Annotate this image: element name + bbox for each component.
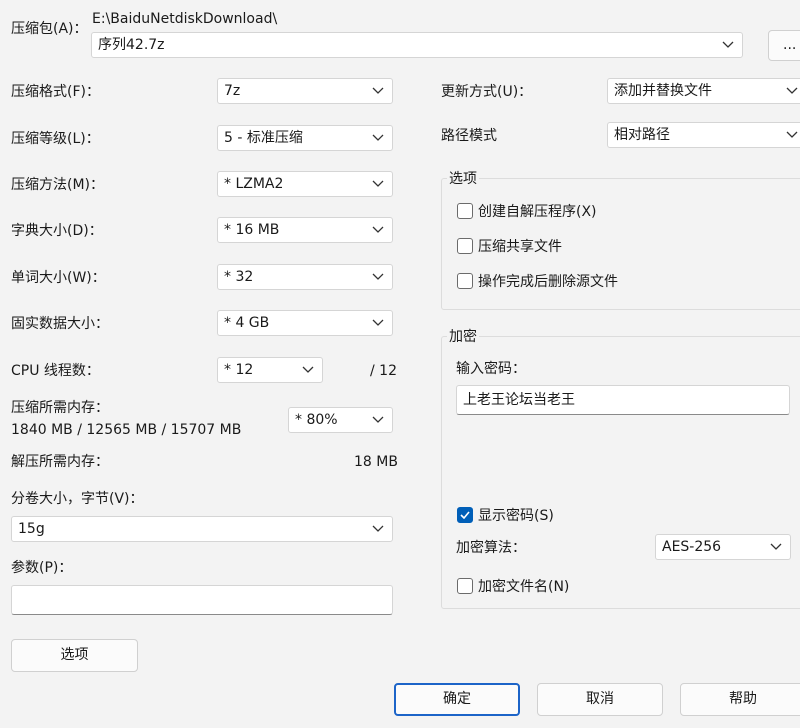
chevron-down-icon bbox=[372, 226, 384, 233]
chevron-down-icon bbox=[722, 41, 734, 48]
solid-value: * 4 GB bbox=[224, 315, 270, 331]
solid-combo[interactable]: * 4 GB bbox=[217, 310, 393, 336]
format-label: 压缩格式(F)： bbox=[11, 84, 100, 100]
chevron-down-icon bbox=[372, 87, 384, 94]
decomp-value: 18 MB bbox=[354, 454, 398, 470]
shared-files-checkbox[interactable]: 压缩共享文件 bbox=[457, 236, 562, 256]
archive-filename-combo[interactable]: 序列42.7z bbox=[91, 32, 743, 58]
show-password-checkbox[interactable]: 显示密码(S) bbox=[457, 505, 554, 525]
ok-button[interactable]: 确定 bbox=[394, 683, 520, 716]
cpu-label: CPU 线程数： bbox=[11, 363, 100, 379]
encryption-method-value: AES-256 bbox=[662, 539, 722, 555]
shared-files-checkbox-label: 压缩共享文件 bbox=[478, 239, 562, 255]
path-mode-label: 路径模式 bbox=[441, 128, 497, 144]
browse-button[interactable]: ... bbox=[768, 30, 800, 61]
options-button[interactable]: 选项 bbox=[11, 639, 138, 672]
ok-button-label: 确定 bbox=[443, 691, 471, 707]
checkbox-box[interactable] bbox=[457, 578, 473, 594]
checkbox-box[interactable] bbox=[457, 507, 473, 523]
archive-filename-value: 序列42.7z bbox=[98, 37, 165, 53]
cpu-total: / 12 bbox=[370, 363, 397, 379]
method-combo[interactable]: * LZMA2 bbox=[217, 171, 393, 197]
encryption-method-label: 加密算法： bbox=[456, 540, 526, 556]
show-password-checkbox-label: 显示密码(S) bbox=[478, 508, 554, 524]
format-value: 7z bbox=[224, 83, 241, 99]
volume-label: 分卷大小，字节(V)： bbox=[11, 491, 144, 507]
chevron-down-icon bbox=[372, 134, 384, 141]
checkbox-box[interactable] bbox=[457, 238, 473, 254]
chevron-down-icon bbox=[302, 366, 314, 373]
decomp-label: 解压所需内存： bbox=[11, 454, 109, 470]
checkbox-box[interactable] bbox=[457, 203, 473, 219]
method-label: 压缩方法(M)： bbox=[11, 177, 105, 193]
path-mode-value: 相对路径 bbox=[614, 127, 670, 143]
mem-percent-combo[interactable]: * 80% bbox=[288, 407, 393, 433]
encrypt-filenames-checkbox[interactable]: 加密文件名(N) bbox=[457, 576, 569, 596]
dict-label: 字典大小(D)： bbox=[11, 223, 103, 239]
params-label: 参数(P)： bbox=[11, 560, 73, 576]
checkbox-box[interactable] bbox=[457, 273, 473, 289]
cpu-combo[interactable]: * 12 bbox=[217, 357, 323, 383]
path-mode-combo[interactable]: 相对路径 bbox=[607, 122, 800, 148]
word-label: 单词大小(W)： bbox=[11, 270, 106, 286]
help-button-label: 帮助 bbox=[729, 691, 757, 707]
chevron-down-icon bbox=[372, 319, 384, 326]
word-combo[interactable]: * 32 bbox=[217, 264, 393, 290]
level-label: 压缩等级(L)： bbox=[11, 131, 100, 147]
solid-label: 固实数据大小： bbox=[11, 316, 109, 332]
browse-button-label: ... bbox=[783, 37, 797, 53]
encryption-group-title: 加密 bbox=[447, 328, 479, 346]
encrypt-filenames-checkbox-label: 加密文件名(N) bbox=[478, 579, 570, 595]
options-group-title: 选项 bbox=[447, 170, 479, 188]
delete-source-checkbox[interactable]: 操作完成后删除源文件 bbox=[457, 271, 618, 291]
mem-values: 1840 MB / 12565 MB / 15707 MB bbox=[11, 422, 242, 438]
dict-combo[interactable]: * 16 MB bbox=[217, 217, 393, 243]
params-input[interactable] bbox=[11, 585, 393, 615]
help-button[interactable]: 帮助 bbox=[680, 683, 800, 716]
archive-label: 压缩包(A)： bbox=[11, 21, 88, 37]
level-value: 5 - 标准压缩 bbox=[224, 130, 303, 146]
chevron-down-icon bbox=[372, 525, 384, 532]
chevron-down-icon bbox=[770, 543, 782, 550]
chevron-down-icon bbox=[372, 416, 384, 423]
method-value: * LZMA2 bbox=[224, 176, 284, 192]
password-label: 输入密码： bbox=[456, 361, 526, 377]
chevron-down-icon bbox=[372, 273, 384, 280]
level-combo[interactable]: 5 - 标准压缩 bbox=[217, 125, 393, 151]
word-value: * 32 bbox=[224, 269, 254, 285]
cancel-button[interactable]: 取消 bbox=[537, 683, 663, 716]
cpu-value: * 12 bbox=[224, 362, 254, 378]
sfx-checkbox[interactable]: 创建自解压程序(X) bbox=[457, 201, 597, 221]
chevron-down-icon bbox=[786, 131, 798, 138]
delete-source-checkbox-label: 操作完成后删除源文件 bbox=[478, 274, 618, 290]
password-input[interactable]: 上老王论坛当老王 bbox=[456, 385, 790, 415]
volume-combo[interactable]: 15g bbox=[11, 516, 393, 542]
volume-value: 15g bbox=[18, 521, 45, 537]
mem-label: 压缩所需内存： bbox=[11, 400, 109, 416]
encryption-method-combo[interactable]: AES-256 bbox=[655, 534, 791, 560]
format-combo[interactable]: 7z bbox=[217, 78, 393, 104]
update-combo[interactable]: 添加并替换文件 bbox=[607, 78, 800, 104]
chevron-down-icon bbox=[786, 87, 798, 94]
sfx-checkbox-label: 创建自解压程序(X) bbox=[478, 204, 597, 220]
dict-value: * 16 MB bbox=[224, 222, 280, 238]
mem-percent-value: * 80% bbox=[295, 412, 338, 428]
archive-path: E:\BaiduNetdiskDownload\ bbox=[92, 11, 278, 27]
checkmark-icon bbox=[460, 511, 470, 519]
update-value: 添加并替换文件 bbox=[614, 83, 712, 99]
options-button-label: 选项 bbox=[60, 647, 89, 663]
chevron-down-icon bbox=[372, 180, 384, 187]
update-label: 更新方式(U)： bbox=[441, 84, 533, 100]
cancel-button-label: 取消 bbox=[586, 691, 614, 707]
